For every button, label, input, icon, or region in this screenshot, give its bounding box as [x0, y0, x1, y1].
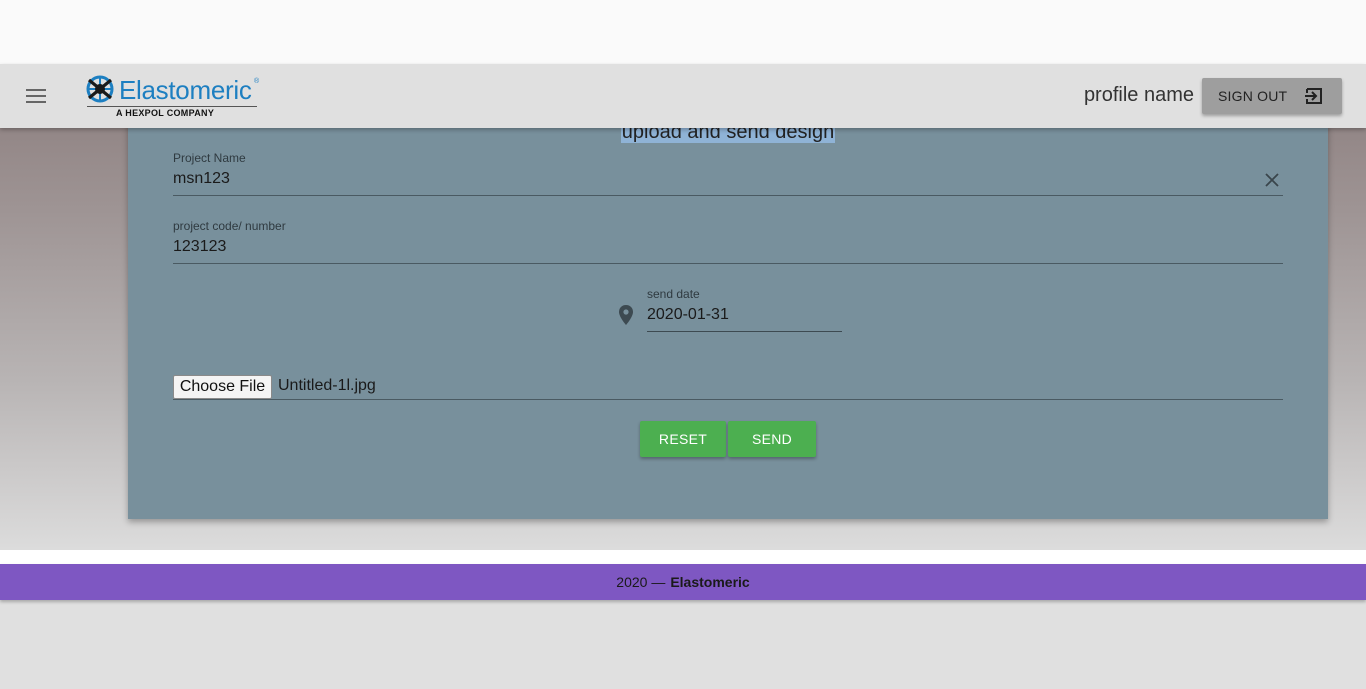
profile-name: profile name	[1083, 84, 1194, 106]
send-date-label: send date	[647, 287, 700, 301]
project-name-label: Project Name	[173, 151, 246, 165]
selected-file-name: Untitled-1l.jpg	[278, 377, 376, 394]
upload-form-card: upload and send design Project Name msn1…	[128, 120, 1328, 519]
send-button[interactable]: SEND	[728, 421, 816, 457]
file-upload-field: Choose File Untitled-1l.jpg	[173, 374, 1283, 400]
project-code-field[interactable]: project code/ number 123123	[173, 219, 1283, 264]
project-name-input[interactable]: msn123	[173, 170, 230, 188]
logo-mark-icon	[86, 75, 114, 103]
project-code-input[interactable]: 123123	[173, 238, 226, 256]
elastomeric-logo[interactable]: Elastomeric ® A HEXPOL COMPANY	[85, 74, 260, 118]
project-name-field[interactable]: Project Name msn123	[173, 151, 1283, 196]
sign-out-label: SIGN OUT	[1218, 88, 1288, 104]
logo-subtitle: A HEXPOL COMPANY	[116, 108, 215, 118]
app-header: Elastomeric ® A HEXPOL COMPANY profile n…	[0, 64, 1366, 128]
logo-text: Elastomeric	[119, 75, 252, 105]
close-icon[interactable]	[1263, 171, 1281, 189]
exit-to-app-icon	[1305, 88, 1322, 104]
choose-file-button[interactable]: Choose File	[173, 375, 272, 399]
content-gap	[0, 550, 1366, 564]
footer-year: 2020 —	[616, 574, 666, 590]
hamburger-menu-icon[interactable]	[26, 89, 46, 103]
registered-mark: ®	[254, 78, 260, 85]
sign-out-button[interactable]: SIGN OUT	[1202, 78, 1342, 114]
browser-top-area	[0, 0, 1366, 64]
footer: 2020 — Elastomeric	[0, 564, 1366, 600]
send-date-group: send date 2020-01-31	[616, 287, 842, 332]
send-date-input[interactable]: 2020-01-31	[647, 306, 729, 324]
reset-button[interactable]: RESET	[640, 421, 726, 457]
project-code-label: project code/ number	[173, 219, 286, 233]
send-date-field[interactable]: send date 2020-01-31	[647, 287, 842, 332]
logo-divider	[87, 106, 257, 107]
location-pin-icon	[619, 305, 633, 325]
footer-brand: Elastomeric	[670, 574, 750, 590]
